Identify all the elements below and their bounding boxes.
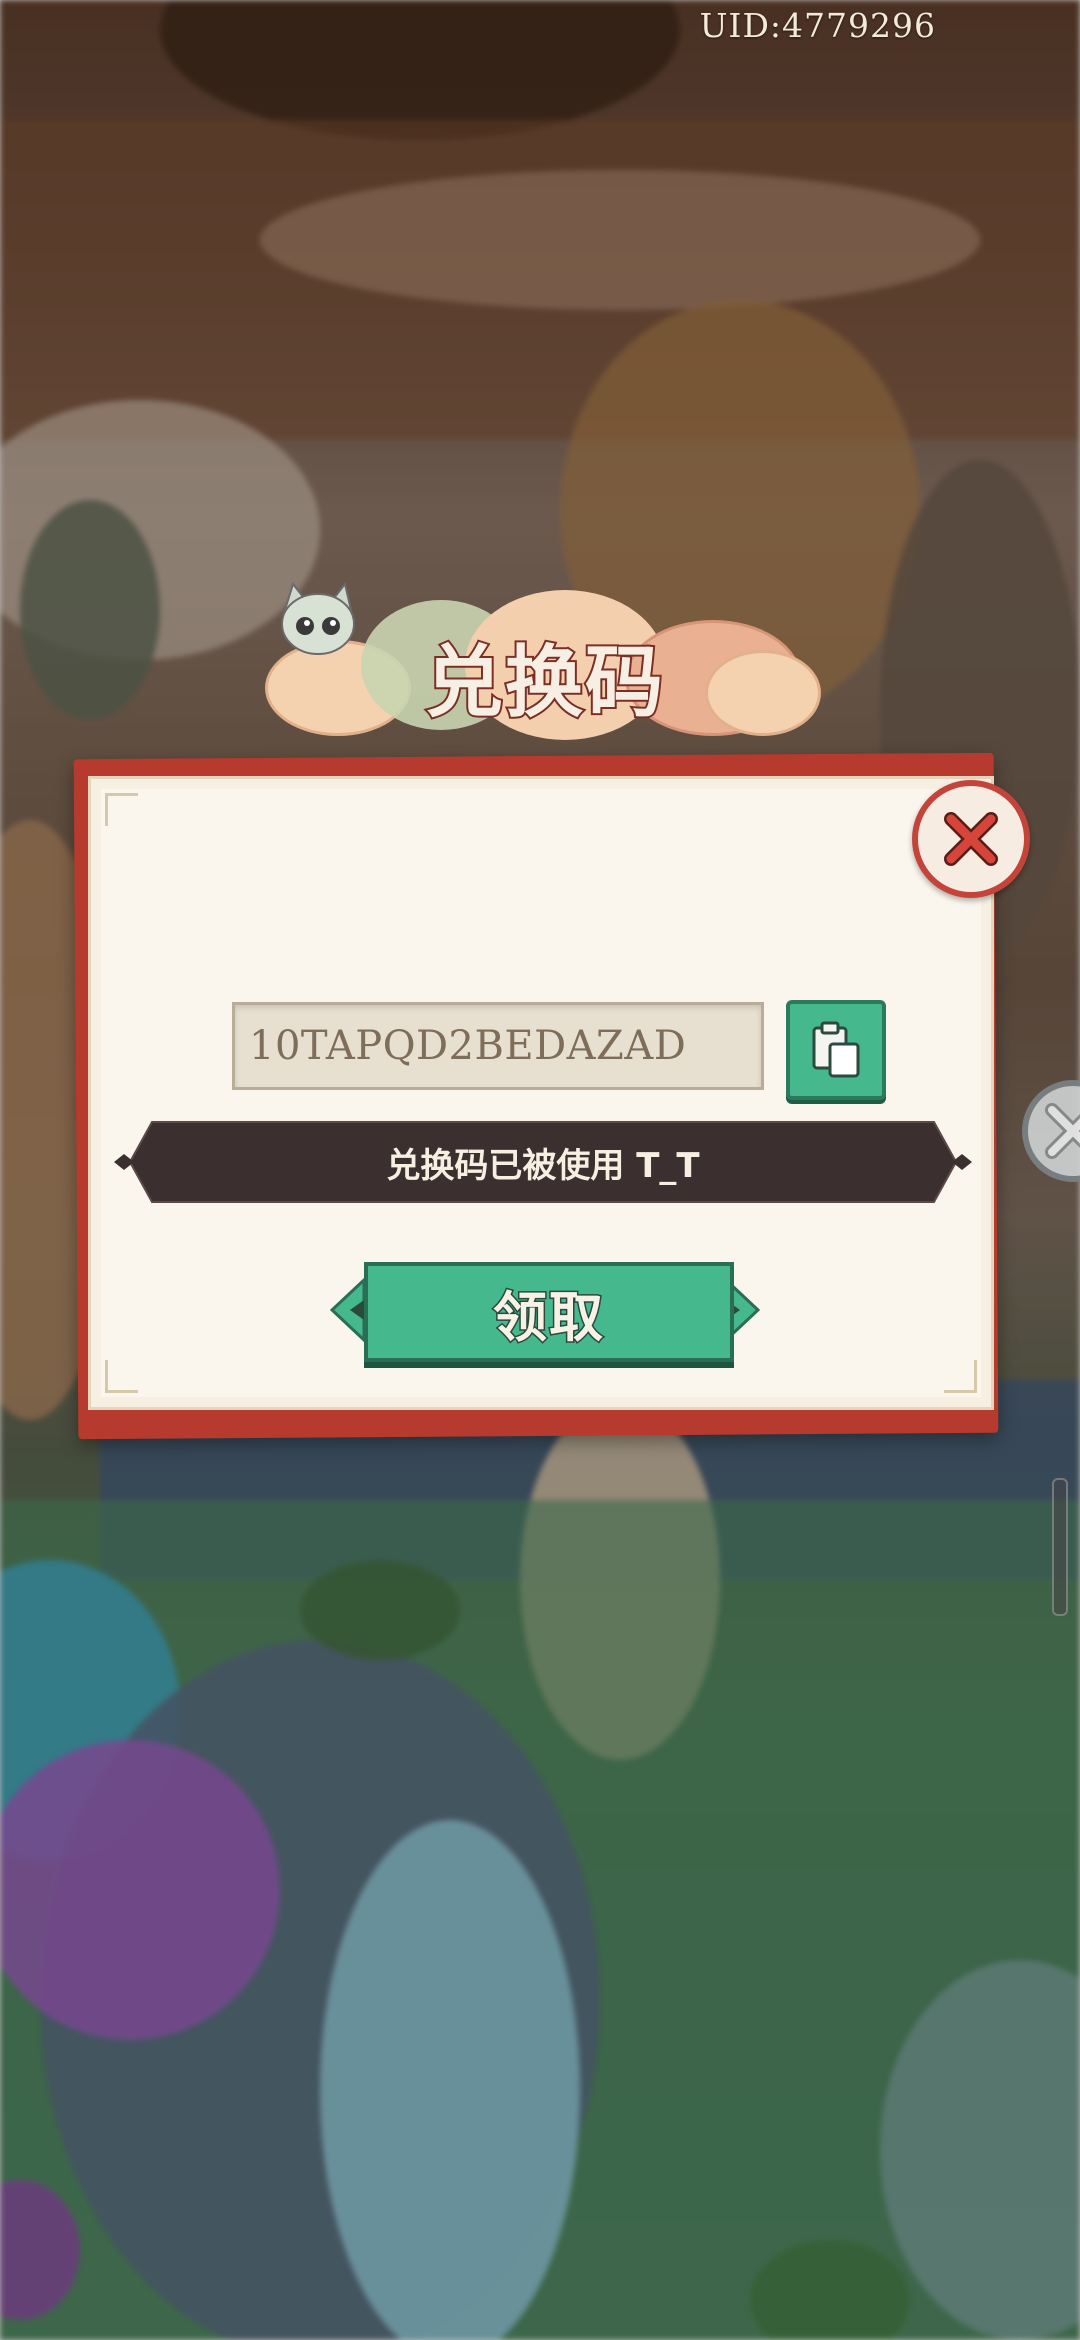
side-close-button[interactable] [1022, 1080, 1080, 1182]
dialog-title: 兑换码 [423, 635, 666, 730]
scrollbar[interactable] [1052, 1478, 1068, 1616]
close-icon [1045, 1103, 1080, 1159]
claim-button[interactable]: 领取 [364, 1262, 734, 1362]
clipboard-paste-icon [812, 1021, 860, 1078]
claim-button-wrap: 领取 [330, 1262, 760, 1362]
redeem-code-input[interactable]: 10TAPQD2BEDAZAD [232, 1002, 764, 1090]
status-message-banner: 兑换码已被使用 T_T [112, 1120, 974, 1204]
cat-mascot-icon [281, 581, 355, 655]
close-icon [944, 812, 998, 866]
dialog-title-banner: 兑换码 [265, 570, 821, 750]
status-message: 兑换码已被使用 T_T [386, 1145, 700, 1186]
uid-label: UID:4779296 [699, 6, 936, 45]
close-button[interactable] [912, 780, 1030, 898]
paste-button[interactable] [786, 1000, 886, 1100]
